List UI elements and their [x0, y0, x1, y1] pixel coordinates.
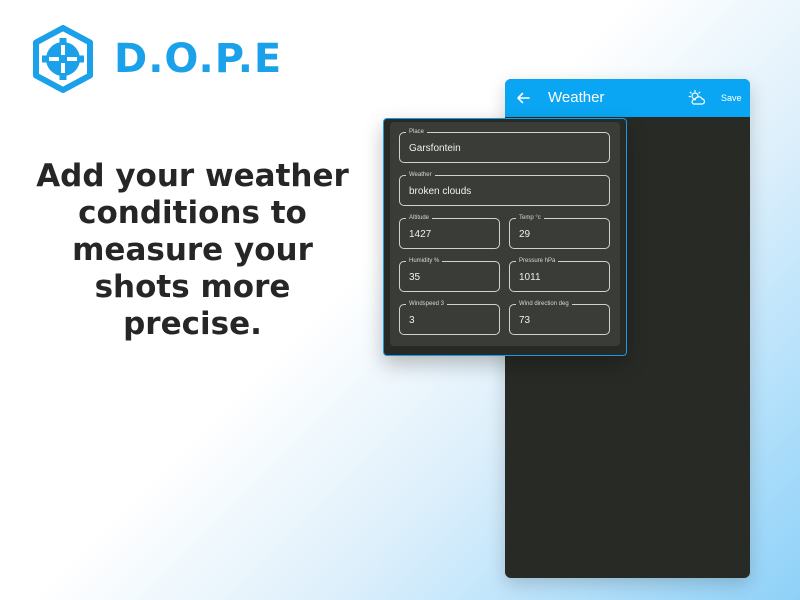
weather-form: Place Garsfontein Weather broken clouds …: [390, 122, 620, 346]
app-bar: Weather Save: [505, 79, 750, 117]
partly-cloudy-icon[interactable]: [688, 89, 706, 107]
place-field[interactable]: Place Garsfontein: [399, 128, 610, 163]
humidity-value: 35: [409, 272, 421, 283]
pressure-label: Pressure hPa: [516, 257, 559, 265]
weather-field[interactable]: Weather broken clouds: [399, 171, 610, 206]
humidity-label: Humidity %: [406, 257, 443, 265]
app-title: Weather: [548, 89, 605, 106]
windspeed-value: 3: [409, 315, 415, 326]
altitude-value: 1427: [409, 229, 432, 240]
temp-label: Temp °c: [516, 214, 544, 222]
weather-value: broken clouds: [409, 186, 472, 197]
arrow-back-icon[interactable]: [515, 90, 531, 106]
wind-direction-label: Wind direction deg: [516, 300, 572, 308]
windspeed-field[interactable]: Windspeed 3 3: [399, 300, 500, 335]
temp-field[interactable]: Temp °c 29: [509, 214, 610, 249]
temp-value: 29: [519, 229, 531, 240]
windspeed-label: Windspeed 3: [406, 300, 448, 308]
brand: D.O.P.E: [30, 25, 282, 93]
save-button[interactable]: Save: [721, 93, 742, 103]
humidity-field[interactable]: Humidity % 35: [399, 257, 500, 292]
brand-name: D.O.P.E: [114, 36, 283, 82]
altitude-field[interactable]: Altitude 1427: [399, 214, 500, 249]
pressure-value: 1011: [519, 272, 541, 283]
headline: Add your weather conditions to measure y…: [36, 158, 349, 342]
weather-label: Weather: [406, 171, 435, 179]
wind-direction-field[interactable]: Wind direction deg 73: [509, 300, 610, 335]
place-value: Garsfontein: [409, 143, 461, 154]
altitude-label: Altitude: [406, 214, 433, 222]
weather-form-card: Place Garsfontein Weather broken clouds …: [383, 118, 627, 356]
place-label: Place: [406, 128, 428, 136]
wind-direction-value: 73: [519, 315, 531, 326]
pressure-field[interactable]: Pressure hPa 1011: [509, 257, 610, 292]
dope-logo-icon: [33, 25, 93, 93]
